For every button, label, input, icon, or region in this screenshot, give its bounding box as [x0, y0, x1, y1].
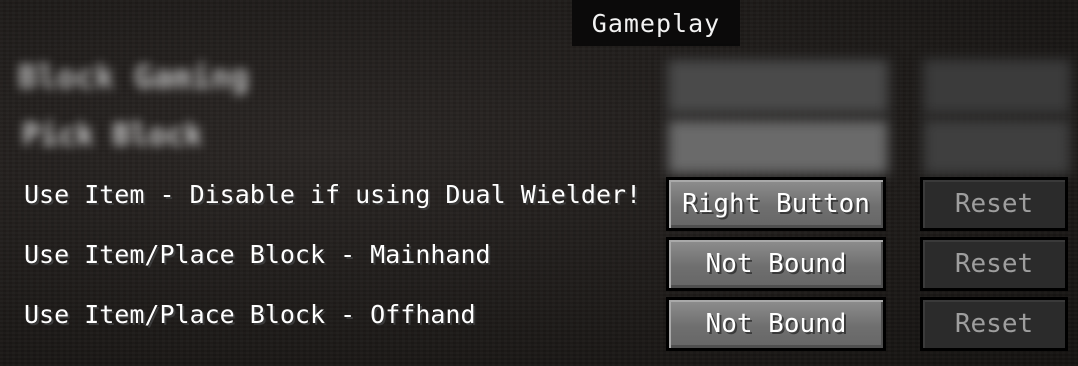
reset-button-offhand[interactable]: Reset: [920, 297, 1068, 351]
keybind-button-use-item[interactable]: Right Button: [666, 177, 886, 231]
category-title: Gameplay: [572, 0, 740, 46]
blurred-reset-button-top: [922, 58, 1072, 116]
keybind-label-use-item: Use Item - Disable if using Dual Wielder…: [24, 180, 642, 209]
blurred-keybind-label: Pick Block: [22, 118, 203, 153]
keybind-button-text: Right Button: [682, 189, 870, 219]
blurred-reset-button: [922, 118, 1072, 176]
keybind-button-text: Not Bound: [705, 249, 847, 279]
keybind-button-mainhand[interactable]: Not Bound: [666, 237, 886, 291]
blurred-category-heading: Block Gaming: [18, 58, 250, 96]
keybind-button-offhand[interactable]: Not Bound: [666, 297, 886, 351]
reset-button-text: Reset: [954, 309, 1034, 339]
blurred-keybind-button: [666, 118, 890, 176]
reset-button-use-item[interactable]: Reset: [920, 177, 1068, 231]
keybind-label-offhand: Use Item/Place Block - Offhand: [24, 300, 476, 329]
reset-button-text: Reset: [954, 249, 1034, 279]
blurred-keybind-button-top: [666, 58, 890, 116]
category-title-text: Gameplay: [591, 8, 721, 38]
reset-button-mainhand[interactable]: Reset: [920, 237, 1068, 291]
reset-button-text: Reset: [954, 189, 1034, 219]
keybind-button-text: Not Bound: [705, 309, 847, 339]
keybind-label-mainhand: Use Item/Place Block - Mainhand: [24, 240, 491, 269]
